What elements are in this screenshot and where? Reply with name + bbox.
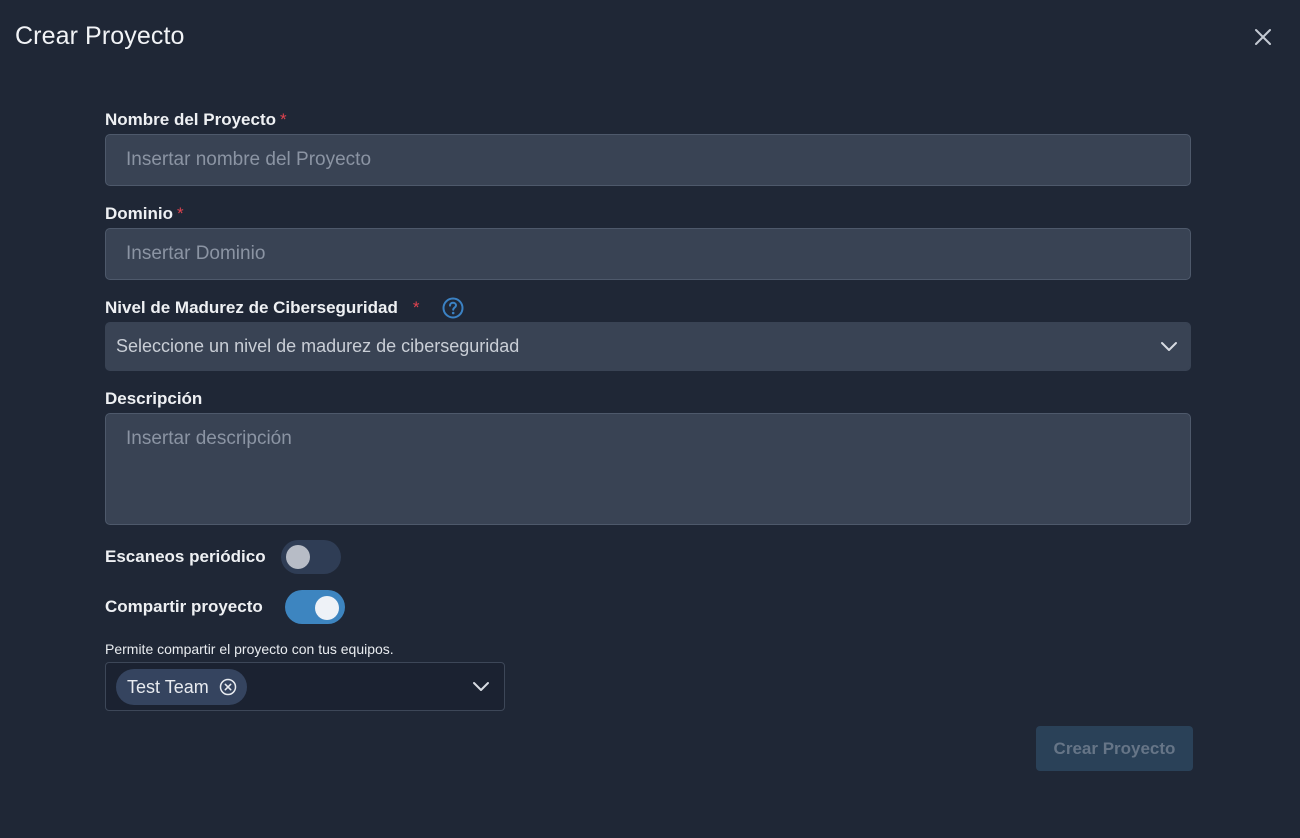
close-icon[interactable] — [1250, 24, 1276, 50]
share-project-label: Compartir proyecto — [105, 597, 263, 616]
toggle-knob — [315, 596, 339, 620]
maturity-select[interactable]: Seleccione un nivel de madurez de cibers… — [105, 322, 1191, 371]
toggle-knob — [286, 545, 310, 569]
maturity-label-text: Nivel de Madurez de Ciberseguridad — [105, 298, 398, 317]
domain-label: Dominio * — [105, 204, 184, 224]
maturity-label: Nivel de Madurez de Ciberseguridad * — [105, 298, 419, 318]
required-mark: * — [177, 204, 184, 223]
team-chip-label: Test Team — [127, 676, 209, 697]
team-select[interactable]: Test Team — [105, 662, 505, 711]
required-mark: * — [280, 110, 287, 129]
domain-field[interactable] — [105, 228, 1191, 280]
description-label: Descripción — [105, 389, 203, 408]
chevron-down-icon[interactable] — [472, 680, 490, 694]
maturity-select-value: Seleccione un nivel de madurez de cibers… — [116, 336, 520, 356]
question-circle-icon[interactable] — [442, 297, 464, 319]
share-project-note: Permite compartir el proyecto con tus eq… — [105, 641, 394, 657]
create-project-button[interactable]: Crear Proyecto — [1036, 726, 1193, 771]
remove-circle-icon[interactable] — [219, 678, 237, 696]
project-name-label-text: Nombre del Proyecto — [105, 110, 276, 129]
periodic-scans-label: Escaneos periódico — [105, 547, 266, 566]
chevron-down-icon — [1161, 342, 1177, 351]
team-chip: Test Team — [116, 669, 247, 705]
periodic-scans-toggle[interactable] — [281, 540, 341, 574]
description-field[interactable] — [105, 413, 1191, 525]
share-project-toggle[interactable] — [285, 590, 345, 624]
domain-input[interactable] — [106, 229, 1190, 279]
dialog-title: Crear Proyecto — [15, 22, 185, 50]
project-name-field[interactable] — [105, 134, 1191, 186]
description-textarea[interactable] — [106, 414, 1190, 524]
required-mark: * — [412, 298, 420, 317]
project-name-input[interactable] — [106, 135, 1190, 185]
project-name-label: Nombre del Proyecto * — [105, 110, 287, 130]
domain-label-text: Dominio — [105, 204, 173, 223]
